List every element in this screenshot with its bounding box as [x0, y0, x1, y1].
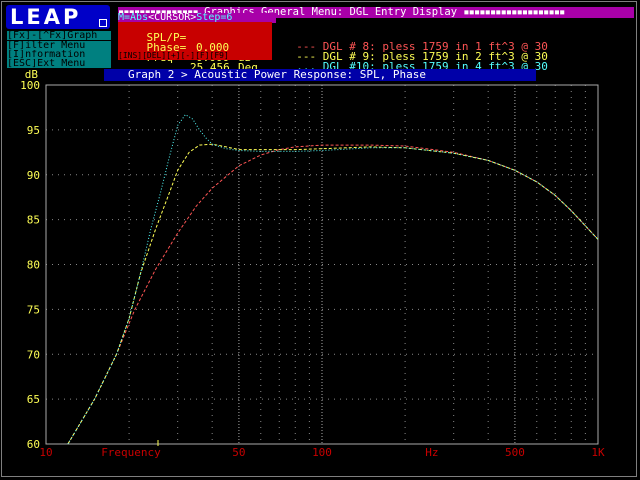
x-tick-label: 50 — [232, 446, 245, 459]
y-tick-label: 95 — [27, 124, 40, 137]
response-chart: 6065707580859095100dB10 50 100 500 1KFrequen… — [20, 68, 605, 459]
x-tick-label: 500 — [505, 446, 525, 459]
y-tick-label: 65 — [27, 393, 40, 406]
series-line-3 — [67, 113, 599, 445]
y-tick-label: 70 — [27, 348, 40, 361]
y-tick-label: 85 — [27, 214, 40, 227]
x-unit-label: Hz — [425, 446, 438, 459]
x-tick-label: 100 — [312, 446, 332, 459]
y-tick-label: 75 — [27, 303, 40, 316]
y-tick-label: 90 — [27, 169, 40, 182]
x-tick-label: 1K — [591, 446, 605, 459]
series-line-1 — [67, 144, 599, 445]
y-axis-label: dB — [25, 68, 39, 81]
y-tick-label: 80 — [27, 259, 40, 272]
x-tick-label: 10 — [39, 446, 52, 459]
series-line-2 — [67, 143, 599, 445]
y-tick-label: 60 — [27, 438, 40, 451]
x-axis-label: Frequency — [101, 446, 161, 459]
